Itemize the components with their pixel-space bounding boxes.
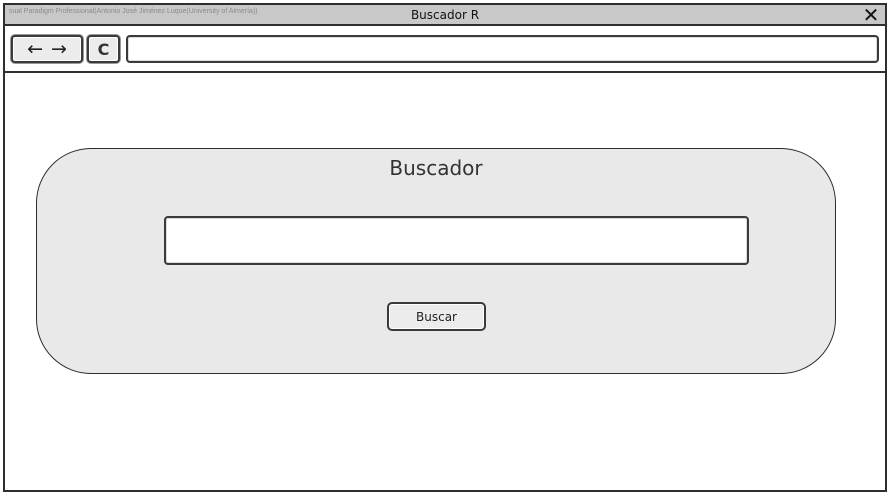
title-bar: sual Paradigm Professional(Antonio José … bbox=[5, 5, 885, 26]
navigation-buttons: ← → bbox=[11, 35, 83, 63]
search-button[interactable]: Buscar bbox=[387, 302, 486, 331]
browser-window: sual Paradigm Professional(Antonio José … bbox=[3, 3, 887, 492]
panel-title: Buscador bbox=[389, 156, 483, 180]
browser-toolbar: ← → C bbox=[5, 26, 885, 73]
arrow-right-icon[interactable]: → bbox=[51, 39, 67, 59]
reload-button[interactable]: C bbox=[87, 35, 120, 63]
reload-icon: C bbox=[97, 39, 110, 59]
address-bar[interactable] bbox=[126, 35, 879, 63]
search-panel: Buscador Buscar bbox=[36, 148, 836, 374]
arrow-left-icon[interactable]: ← bbox=[27, 39, 43, 59]
window-title: Buscador R bbox=[410, 8, 480, 22]
close-icon[interactable]: ✕ bbox=[861, 5, 881, 25]
search-input[interactable] bbox=[164, 216, 749, 265]
